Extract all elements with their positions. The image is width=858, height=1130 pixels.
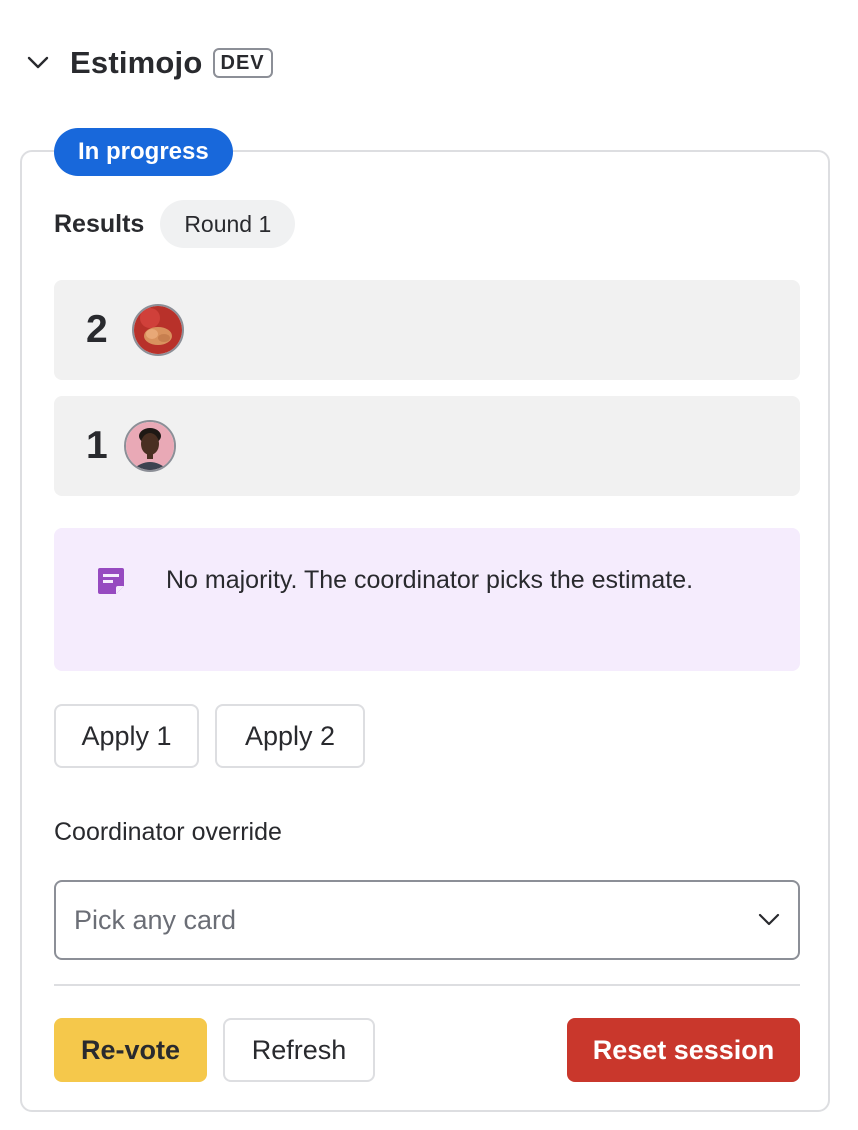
vote-value: 1 — [86, 424, 108, 467]
reset-session-button[interactable]: Reset session — [567, 1018, 800, 1082]
chevron-down-icon — [758, 913, 780, 926]
app-header: Estimojo DEV — [22, 38, 273, 88]
environment-badge: DEV — [212, 48, 273, 78]
revote-button[interactable]: Re-vote — [54, 1018, 207, 1082]
results-label: Results — [54, 209, 145, 238]
apply-1-button[interactable]: Apply 1 — [54, 704, 199, 768]
notice-text: No majority. The coordinator picks the e… — [166, 566, 694, 594]
status-badge: In progress — [54, 128, 233, 176]
no-majority-notice: No majority. The coordinator picks the e… — [54, 528, 800, 671]
vote-result-row: 2 — [54, 280, 800, 380]
override-label: Coordinator override — [54, 818, 282, 846]
round-badge: Round 1 — [160, 200, 296, 248]
vote-result-row: 1 — [54, 396, 800, 496]
override-card-select[interactable]: Pick any card — [54, 880, 800, 960]
apply-2-button[interactable]: Apply 2 — [215, 704, 365, 768]
note-icon — [98, 568, 124, 594]
avatar — [124, 420, 176, 472]
divider — [54, 984, 800, 986]
avatar — [132, 304, 184, 356]
collapse-chevron-icon[interactable] — [22, 47, 54, 79]
app-title: Estimojo — [70, 45, 203, 80]
results-heading: Results Round 1 — [54, 200, 296, 248]
select-placeholder: Pick any card — [74, 904, 237, 935]
vote-value: 2 — [86, 308, 108, 351]
refresh-button[interactable]: Refresh — [223, 1018, 375, 1082]
